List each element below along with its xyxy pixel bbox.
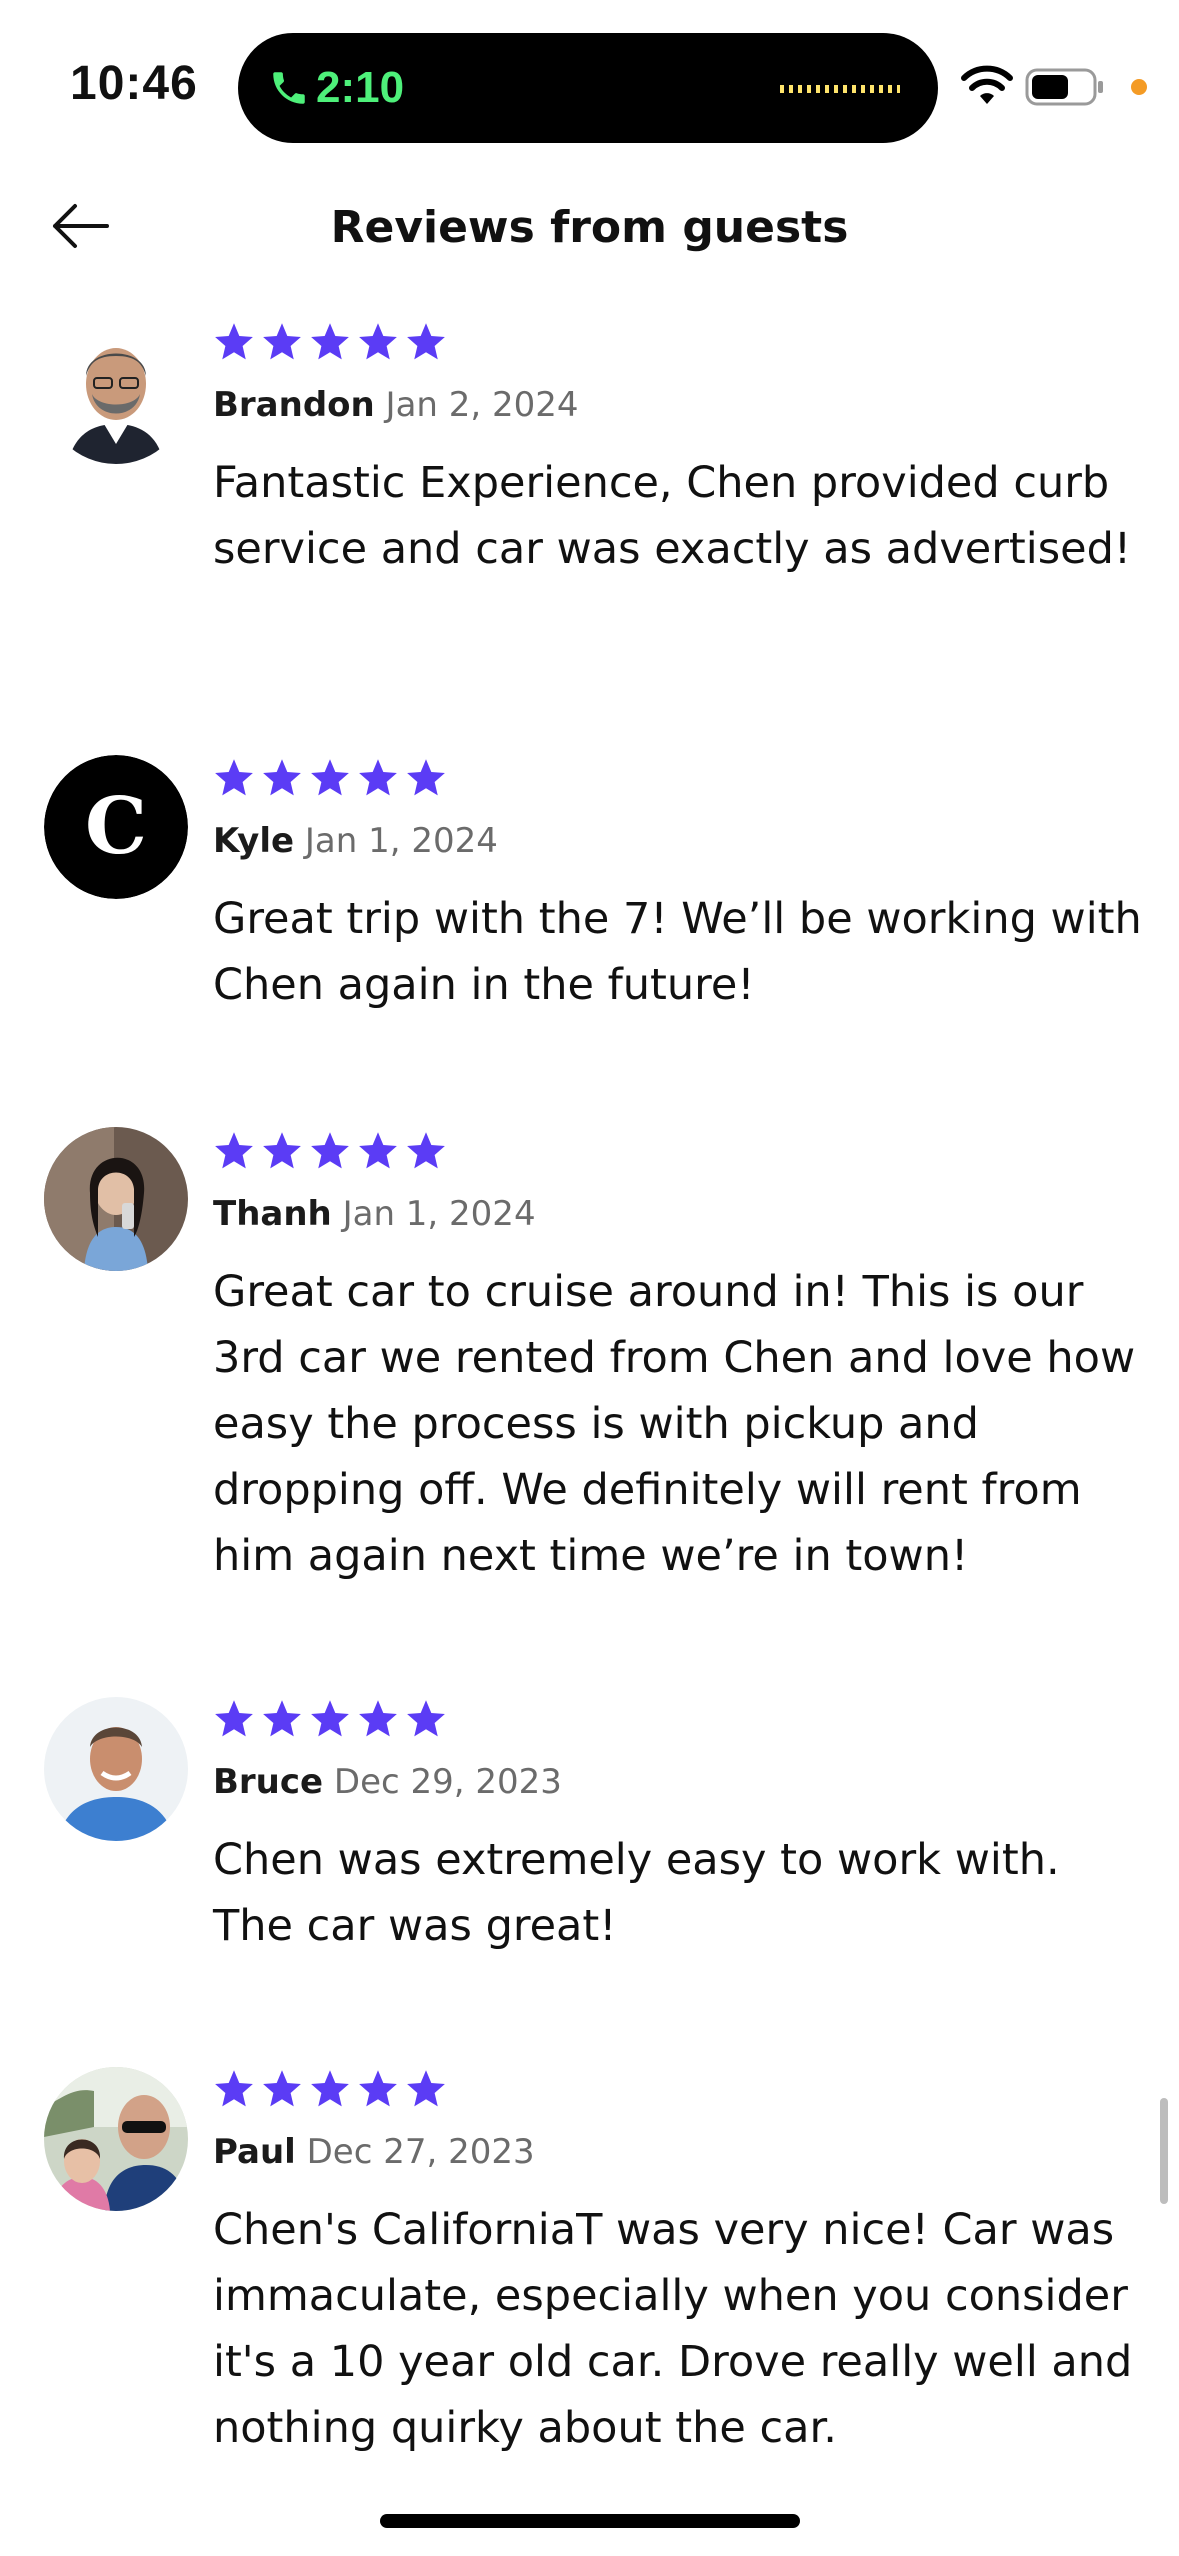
- star-icon: [407, 759, 445, 796]
- star-icon: [215, 1132, 253, 1169]
- star-icon: [263, 1132, 301, 1169]
- star-icon: [311, 2070, 349, 2107]
- review-date: Jan 1, 2024: [304, 821, 498, 861]
- review-text: Chen was extremely easy to work with. Th…: [213, 1835, 1060, 1951]
- reviewer-avatar[interactable]: C: [44, 755, 188, 899]
- phone-icon: [273, 72, 305, 104]
- scrollbar[interactable]: [1160, 2098, 1168, 2204]
- audio-waveform-icon: [780, 85, 900, 93]
- status-time: 10:46: [70, 57, 198, 110]
- reviewer-avatar[interactable]: [44, 2067, 188, 2211]
- reviewer-name[interactable]: Kyle: [213, 821, 294, 861]
- star-icon: [263, 323, 301, 360]
- reviewer-avatar[interactable]: [44, 1127, 188, 1271]
- home-indicator[interactable]: [380, 2514, 800, 2528]
- star-rating: [212, 1129, 448, 1173]
- reviewer-name[interactable]: Paul: [213, 2132, 296, 2172]
- star-icon: [215, 2070, 253, 2107]
- review-date: Jan 1, 2024: [342, 1194, 536, 1234]
- star-icon: [311, 323, 349, 360]
- page-title: Reviews from guests: [330, 202, 849, 253]
- reviewer-name[interactable]: Bruce: [213, 1762, 323, 1802]
- star-icon: [311, 759, 349, 796]
- review-text: Chen's CaliforniaT was very nice! Car wa…: [213, 2205, 1133, 2453]
- wifi-icon: [961, 65, 1013, 104]
- star-icon: [407, 1132, 445, 1169]
- review-text: Great trip with the 7! We’ll be working …: [213, 894, 1142, 1010]
- star-icon: [215, 1700, 253, 1737]
- call-duration: 2:10: [316, 63, 405, 112]
- star-icon: [215, 759, 253, 796]
- star-icon: [359, 759, 397, 796]
- battery-icon: [1025, 68, 1103, 106]
- review-text: Great car to cruise around in! This is o…: [213, 1267, 1136, 1581]
- star-icon: [311, 1700, 349, 1737]
- star-rating: [212, 2067, 448, 2111]
- reviewer-avatar[interactable]: [44, 1697, 188, 1841]
- star-icon: [407, 323, 445, 360]
- star-icon: [215, 323, 253, 360]
- avatar-letter: C: [85, 781, 147, 872]
- dynamic-island-call[interactable]: 2:10: [238, 33, 938, 143]
- privacy-indicator-dot: [1131, 79, 1147, 95]
- reviewer-name[interactable]: Brandon: [213, 385, 375, 425]
- star-icon: [263, 2070, 301, 2107]
- star-icon: [359, 2070, 397, 2107]
- star-icon: [407, 2070, 445, 2107]
- star-rating: [212, 756, 448, 800]
- review-text: Fantastic Experience, Chen provided curb…: [213, 458, 1132, 574]
- reviewer-avatar[interactable]: [44, 320, 188, 464]
- star-icon: [359, 323, 397, 360]
- review-date: Jan 2, 2024: [385, 385, 579, 425]
- star-rating: [212, 1697, 448, 1741]
- star-icon: [311, 1132, 349, 1169]
- star-icon: [407, 1700, 445, 1737]
- star-icon: [263, 1700, 301, 1737]
- review-date: Dec 29, 2023: [333, 1762, 562, 1802]
- star-rating: [212, 320, 448, 364]
- star-icon: [263, 759, 301, 796]
- star-icon: [359, 1700, 397, 1737]
- reviewer-name[interactable]: Thanh: [213, 1194, 332, 1234]
- screen: 10:46 2:10 Reviews from guests Brandon J…: [0, 0, 1179, 2556]
- star-icon: [359, 1132, 397, 1169]
- review-date: Dec 27, 2023: [306, 2132, 535, 2172]
